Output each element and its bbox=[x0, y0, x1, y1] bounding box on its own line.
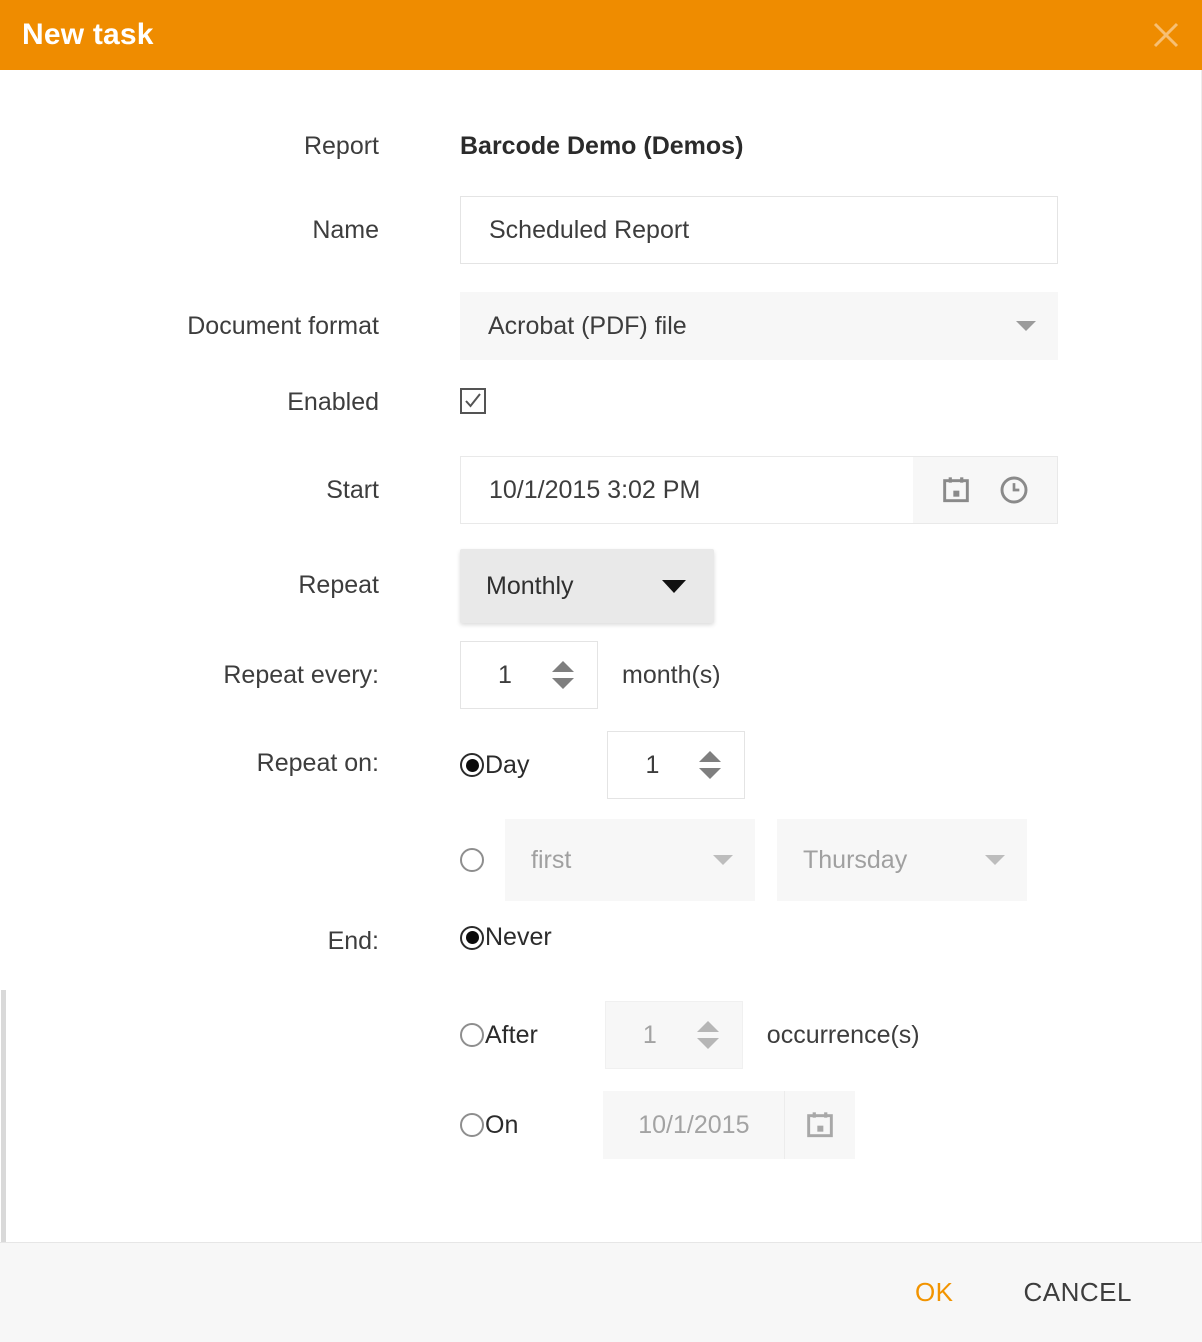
end-never-control: Never bbox=[379, 923, 1202, 952]
start-datetime-buttons bbox=[913, 457, 1057, 523]
dialog-footer: OK CANCEL bbox=[0, 1242, 1202, 1342]
radio-unselected-icon bbox=[460, 848, 484, 872]
end-after-arrows bbox=[686, 1021, 742, 1049]
dialog-title: New task bbox=[22, 18, 154, 51]
report-value: Barcode Demo (Demos) bbox=[460, 132, 744, 160]
name-control: Scheduled Report bbox=[379, 196, 1202, 264]
stepper-up-icon[interactable] bbox=[552, 661, 574, 672]
check-icon bbox=[465, 393, 481, 408]
name-input[interactable]: Scheduled Report bbox=[460, 196, 1058, 264]
repeat-on-ordinal-radio[interactable] bbox=[460, 848, 484, 872]
repeat-on-day-arrows bbox=[688, 751, 744, 779]
end-label: End: bbox=[327, 927, 379, 955]
repeat-every-value[interactable]: 1 bbox=[461, 661, 541, 690]
dialog-header: New task bbox=[0, 0, 1202, 70]
end-after-value[interactable]: 1 bbox=[606, 1021, 686, 1050]
report-control: Barcode Demo (Demos) bbox=[379, 132, 1202, 161]
row-enabled: Enabled bbox=[1, 388, 1202, 428]
repeat-on-day-stepper[interactable]: 1 bbox=[607, 731, 746, 799]
dialog-body: Report Barcode Demo (Demos) Name Schedul… bbox=[0, 70, 1202, 1242]
radio-unselected-icon bbox=[460, 1023, 484, 1047]
name-label: Name bbox=[312, 216, 379, 244]
end-on-radio[interactable]: On bbox=[460, 1111, 518, 1140]
end-on-value[interactable]: 10/1/2015 bbox=[603, 1091, 784, 1159]
end-never-label: Never bbox=[485, 923, 552, 951]
repeat-on-day-control: Day 1 bbox=[379, 731, 1202, 799]
start-value[interactable]: 10/1/2015 3:02 PM bbox=[461, 457, 913, 523]
end-after-label: After bbox=[485, 1020, 538, 1049]
close-icon[interactable] bbox=[1130, 0, 1202, 70]
chevron-down-icon bbox=[985, 855, 1005, 865]
stepper-down-icon[interactable] bbox=[552, 678, 574, 689]
repeat-on-label: Repeat on: bbox=[256, 749, 379, 777]
stepper-up-icon[interactable] bbox=[699, 751, 722, 762]
repeat-every-stepper[interactable]: 1 bbox=[460, 641, 598, 709]
document-format-select[interactable]: Acrobat (PDF) file bbox=[460, 292, 1058, 360]
stepper-down-icon[interactable] bbox=[696, 1038, 719, 1049]
row-end-after: After 1 occurrence(s) bbox=[1, 1001, 1202, 1069]
repeat-select[interactable]: Monthly bbox=[460, 549, 714, 623]
stepper-down-icon[interactable] bbox=[699, 768, 722, 779]
calendar-icon[interactable] bbox=[940, 474, 972, 506]
row-report: Report Barcode Demo (Demos) bbox=[1, 132, 1202, 172]
repeat-on-day-label: Day bbox=[485, 750, 530, 779]
repeat-on-day-radio[interactable]: Day bbox=[460, 751, 529, 780]
document-format-label: Document format bbox=[187, 312, 379, 340]
repeat-control: Monthly bbox=[379, 549, 1202, 623]
report-label: Report bbox=[303, 132, 379, 160]
row-repeat: Repeat Monthly bbox=[1, 549, 1202, 623]
row-end-never: End: Never bbox=[1, 923, 1202, 963]
clock-icon[interactable] bbox=[998, 474, 1030, 506]
end-on-date-field[interactable]: 10/1/2015 bbox=[603, 1091, 856, 1159]
row-document-format: Document format Acrobat (PDF) file bbox=[1, 292, 1202, 360]
row-repeat-on-ordinal: first Thursday bbox=[1, 819, 1202, 901]
task-form: Report Barcode Demo (Demos) Name Schedul… bbox=[1, 70, 1202, 1159]
repeat-every-unit: month(s) bbox=[622, 660, 721, 689]
start-datetime-field[interactable]: 10/1/2015 3:02 PM bbox=[460, 456, 1058, 524]
radio-selected-icon bbox=[460, 753, 484, 777]
end-after-radio[interactable]: After bbox=[460, 1021, 538, 1050]
repeat-on-ordinal-control: first Thursday bbox=[379, 819, 1202, 901]
repeat-every-control: 1 month(s) bbox=[379, 641, 1202, 709]
chevron-down-icon bbox=[1016, 321, 1036, 331]
start-control: 10/1/2015 3:02 PM bbox=[379, 456, 1202, 524]
chevron-down-icon bbox=[713, 855, 733, 865]
stepper-up-icon[interactable] bbox=[696, 1021, 719, 1032]
start-label: Start bbox=[326, 476, 379, 504]
enabled-control bbox=[379, 388, 1202, 414]
repeat-on-ordinal-select[interactable]: first bbox=[505, 819, 755, 901]
radio-selected-icon bbox=[460, 925, 484, 950]
radio-unselected-icon bbox=[460, 1113, 484, 1137]
repeat-on-ordinal-value: first bbox=[531, 845, 572, 874]
repeat-on-weekday-select[interactable]: Thursday bbox=[777, 819, 1027, 901]
end-never-radio[interactable]: Never bbox=[460, 923, 552, 952]
calendar-icon[interactable] bbox=[784, 1091, 855, 1159]
repeat-label: Repeat bbox=[298, 571, 379, 599]
new-task-dialog: New task Report Barcode Demo (Demos) Nam… bbox=[0, 0, 1202, 1342]
end-after-unit: occurrence(s) bbox=[766, 1020, 920, 1049]
repeat-on-weekday-value: Thursday bbox=[803, 845, 908, 874]
chevron-down-icon bbox=[662, 579, 686, 593]
ok-button[interactable]: OK bbox=[901, 1267, 968, 1318]
cancel-button[interactable]: CANCEL bbox=[1010, 1267, 1146, 1318]
document-format-control: Acrobat (PDF) file bbox=[379, 292, 1202, 360]
repeat-on-day-value[interactable]: 1 bbox=[608, 751, 688, 780]
repeat-value: Monthly bbox=[486, 571, 574, 600]
row-start: Start 10/1/2015 3:02 PM bbox=[1, 456, 1202, 524]
row-repeat-on: Repeat on: Day 1 bbox=[1, 731, 1202, 799]
row-repeat-every: Repeat every: 1 month(s) bbox=[1, 641, 1202, 709]
end-on-label: On bbox=[485, 1110, 519, 1139]
row-end-on: On 10/1/2015 bbox=[1, 1091, 1202, 1159]
repeat-every-label: Repeat every: bbox=[223, 661, 379, 689]
document-format-value: Acrobat (PDF) file bbox=[488, 311, 687, 340]
enabled-checkbox[interactable] bbox=[460, 388, 486, 414]
end-after-stepper[interactable]: 1 bbox=[604, 1001, 743, 1069]
repeat-every-arrows bbox=[541, 661, 597, 689]
row-name: Name Scheduled Report bbox=[1, 196, 1202, 264]
end-on-control: On 10/1/2015 bbox=[379, 1091, 1202, 1159]
end-after-control: After 1 occurrence(s) bbox=[379, 1001, 1202, 1069]
enabled-label: Enabled bbox=[287, 388, 379, 416]
